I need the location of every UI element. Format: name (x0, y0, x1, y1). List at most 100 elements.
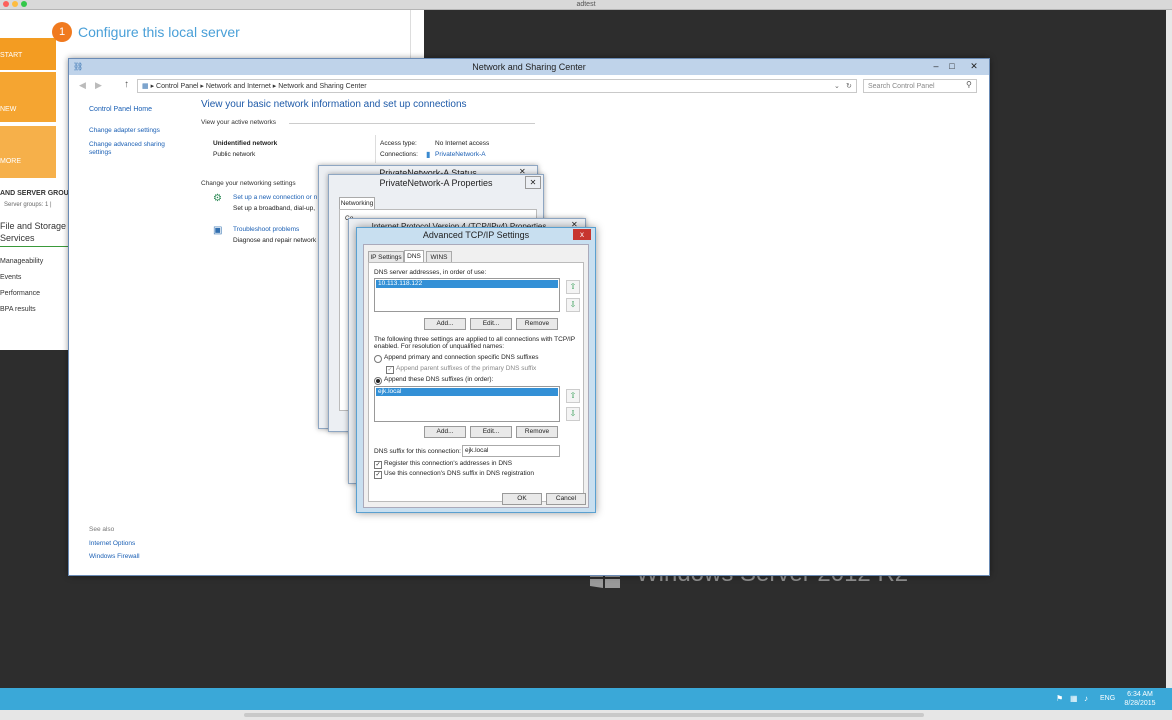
troubleshoot-desc: Diagnose and repair network (233, 237, 317, 244)
properties-close-button[interactable]: ✕ (525, 176, 541, 189)
advanced-dialog-body: IP Settings DNS WINS DNS server addresse… (363, 244, 589, 508)
sm-group-events[interactable]: Events (0, 274, 21, 281)
nsc-titlebar[interactable]: ⛓ Network and Sharing Center – □ ✕ (69, 59, 989, 75)
breadcrumb-control-panel[interactable]: Control Panel (156, 83, 198, 90)
adapter-icon: ▮ (426, 150, 431, 159)
dns-info-text: The following three settings are applied… (374, 336, 576, 350)
ok-button[interactable]: OK (502, 493, 542, 505)
network-type: Public network (213, 151, 256, 158)
dns-edit-button[interactable]: Edit... (470, 318, 512, 330)
control-panel-icon: ▦ (142, 83, 149, 90)
page-title: View your basic network information and … (201, 99, 467, 110)
breadcrumb-network-internet[interactable]: Network and Internet (206, 83, 271, 90)
nsc-title: Network and Sharing Center (472, 62, 586, 72)
breadcrumb[interactable]: ▦ ▸ Control Panel ▸ Network and Internet… (137, 79, 857, 93)
breadcrumb-nsc[interactable]: Network and Sharing Center (278, 83, 366, 90)
change-settings-label: Change your networking settings (201, 180, 296, 187)
sm-group-manageability[interactable]: Manageability (0, 258, 43, 265)
list-item[interactable]: ejk.local (376, 388, 558, 396)
clock-time: 6:34 AM (1127, 691, 1153, 698)
internet-options-link[interactable]: Internet Options (89, 540, 135, 547)
desktop-right-strip (1166, 10, 1172, 688)
advanced-dialog-title: Advanced TCP/IP Settings (422, 230, 530, 240)
host-bottom-bar (0, 710, 1172, 720)
configure-server-link[interactable]: Configure this local server (78, 24, 240, 40)
properties-dialog-title: PrivateNetwork-A Properties (379, 178, 493, 188)
step-number-badge: 1 (52, 22, 72, 42)
radio-primary-label: Append primary and connection specific D… (384, 354, 539, 361)
suffix-edit-button[interactable]: Edit... (470, 426, 512, 438)
host-title: adtest (576, 1, 596, 8)
dns-add-button[interactable]: Add... (424, 318, 466, 330)
tray-flag-icon[interactable]: ⚑ (1056, 694, 1063, 703)
change-adapter-link[interactable]: Change adapter settings (89, 127, 160, 134)
dns-suffix-field[interactable]: ejk.local (462, 445, 560, 457)
setup-connection-icon: ⚙ (213, 193, 222, 204)
server-groups-panel: AND SERVER GROU Server groups: 1 | File … (0, 178, 69, 350)
list-item[interactable]: 10.113.118.122 (376, 280, 558, 288)
network-name: Unidentified network (213, 140, 278, 147)
checkbox-parent-suffixes[interactable]: ✓ (386, 366, 394, 374)
advanced-close-button[interactable]: x (573, 229, 591, 240)
maximize-button[interactable]: □ (945, 60, 959, 72)
dns-servers-list[interactable]: 10.113.118.122 (374, 278, 560, 312)
suffix-add-button[interactable]: Add... (424, 426, 466, 438)
suffix-down-button[interactable]: ⇩ (566, 407, 580, 421)
advanced-tcpip-dialog: Advanced TCP/IP Settings x IP Settings D… (356, 227, 596, 513)
checkbox-register-label: Register this connection's addresses in … (384, 460, 513, 467)
move-down-button[interactable]: ⇩ (566, 298, 580, 312)
checkbox-use-suffix-label: Use this connection's DNS suffix in DNS … (384, 470, 534, 477)
sm-tile-new[interactable]: NEW (0, 72, 56, 122)
up-icon[interactable]: ↑ (124, 79, 129, 90)
troubleshoot-icon: ▣ (213, 225, 223, 236)
dns-servers-label: DNS server addresses, in order of use: (374, 269, 487, 276)
windows-firewall-link[interactable]: Windows Firewall (89, 553, 140, 560)
taskbar: ⚑ ▦ ♪ ENG 6:34 AM 8/28/2015 (0, 688, 1172, 710)
minimize-button[interactable]: – (929, 60, 943, 72)
dns-suffix-list[interactable]: ejk.local (374, 386, 560, 422)
sm-tile-more[interactable]: MORE (0, 126, 56, 178)
connection-link[interactable]: PrivateNetwork-A (435, 151, 486, 158)
back-icon[interactable]: ◀ (79, 80, 86, 91)
tray-speaker-icon[interactable]: ♪ (1084, 694, 1088, 703)
setup-connection-desc: Set up a broadband, dial-up, (233, 205, 316, 212)
forward-icon[interactable]: ▶ (95, 80, 102, 91)
sm-group-file-storage[interactable]: File and Storage Services (0, 220, 68, 244)
suffix-up-button[interactable]: ⇧ (566, 389, 580, 403)
access-type-label: Access type: (380, 140, 417, 147)
chevron-down-icon[interactable]: ⌄ (834, 80, 840, 94)
search-icon[interactable]: ⚲ (966, 80, 972, 89)
active-networks-label: View your active networks (201, 119, 277, 126)
dns-remove-button[interactable]: Remove (516, 318, 558, 330)
search-input[interactable]: Search Control Panel (863, 79, 977, 93)
see-also-label: See also (89, 526, 115, 533)
troubleshoot-link[interactable]: Troubleshoot problems (233, 226, 299, 233)
access-type-value: No Internet access (435, 140, 490, 147)
sm-group-performance[interactable]: Performance (0, 290, 40, 297)
checkbox-parent-label: Append parent suffixes of the primary DN… (396, 365, 537, 372)
setup-connection-link[interactable]: Set up a new connection or n (233, 194, 317, 201)
dns-suffix-label: DNS suffix for this connection: (374, 448, 461, 455)
sm-tile-start[interactable]: START (0, 38, 56, 70)
radio-primary-suffixes[interactable] (374, 355, 382, 363)
radio-these-suffixes[interactable] (374, 377, 382, 385)
cancel-button[interactable]: Cancel (546, 493, 586, 505)
language-indicator[interactable]: ENG (1100, 695, 1115, 702)
checkbox-use-suffix[interactable]: ✓ (374, 471, 382, 479)
host-scrollbar[interactable] (244, 713, 924, 717)
connections-label: Connections: (380, 151, 418, 158)
tray-network-icon[interactable]: ▦ (1070, 694, 1078, 703)
move-up-button[interactable]: ⇧ (566, 280, 580, 294)
address-bar: ◀ ▶ ↑ ▦ ▸ Control Panel ▸ Network and In… (69, 77, 989, 95)
host-titlebar: adtest (0, 0, 1172, 10)
change-sharing-link[interactable]: Change advanced sharing settings (89, 141, 173, 157)
suffix-remove-button[interactable]: Remove (516, 426, 558, 438)
sm-group-bpa[interactable]: BPA results (0, 306, 36, 313)
close-button[interactable]: ✕ (965, 60, 983, 72)
clock-date: 8/28/2015 (1124, 700, 1156, 707)
clock[interactable]: 6:34 AM 8/28/2015 (1120, 690, 1160, 708)
refresh-icon[interactable]: ↻ (846, 80, 852, 94)
control-panel-home-link[interactable]: Control Panel Home (89, 106, 152, 113)
checkbox-register[interactable]: ✓ (374, 461, 382, 469)
radio-these-label: Append these DNS suffixes (in order): (384, 376, 494, 383)
